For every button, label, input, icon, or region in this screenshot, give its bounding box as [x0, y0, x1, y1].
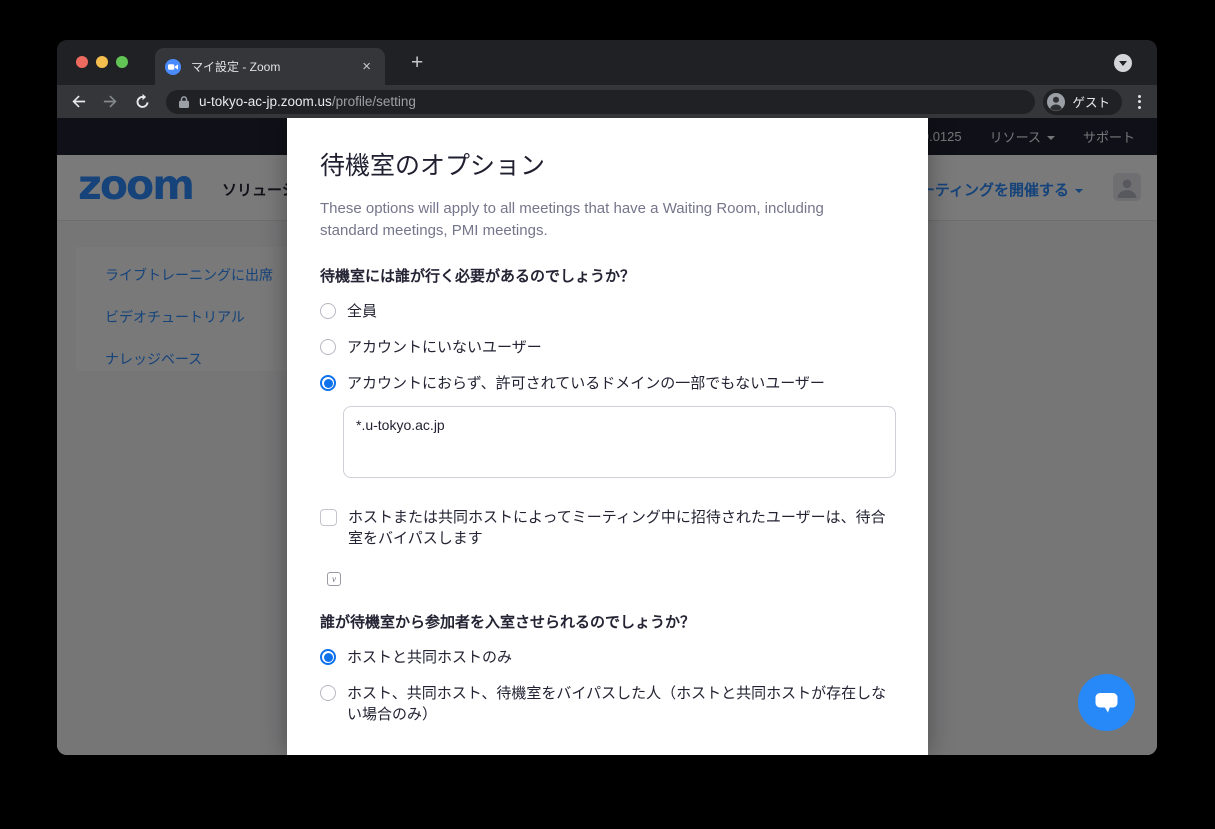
forward-arrow-icon — [102, 93, 119, 110]
browser-toolbar: u-tokyo-ac-jp.zoom.us/profile/setting ゲス… — [57, 85, 1157, 118]
radio-icon[interactable] — [320, 339, 336, 355]
close-window-button[interactable] — [76, 56, 88, 68]
radio-icon[interactable] — [320, 685, 336, 701]
radio-option-host-and-cohosts-only[interactable]: ホストと共同ホストのみ — [320, 647, 896, 668]
guest-avatar-icon — [1047, 93, 1065, 111]
new-tab-button[interactable]: + — [405, 49, 429, 77]
url-text: u-tokyo-ac-jp.zoom.us/profile/setting — [199, 94, 416, 109]
lock-icon — [178, 95, 190, 109]
zoom-favicon-icon — [165, 59, 181, 75]
radio-icon[interactable] — [320, 303, 336, 319]
forward-button[interactable] — [94, 88, 126, 116]
tab-title: マイ設定 - Zoom — [191, 58, 358, 75]
radio-label: ホスト、共同ホスト、待機室をバイパスした人（ホストと共同ホストが存在しない場合の… — [347, 683, 895, 725]
fullscreen-window-button[interactable] — [116, 56, 128, 68]
question-who-goes-to-waiting-room: 待機室には誰が行く必要があるのでしょうか？ — [320, 265, 896, 286]
minimize-window-button[interactable] — [96, 56, 108, 68]
browser-tab[interactable]: マイ設定 - Zoom × — [155, 48, 385, 85]
chat-support-button[interactable] — [1078, 674, 1135, 731]
waiting-room-options-dialog: 待機室のオプション These options will apply to al… — [287, 118, 928, 755]
reload-button[interactable] — [126, 88, 158, 116]
radio-icon[interactable] — [320, 375, 336, 391]
host-absent-heading: If the host and co-hosts are not present… — [320, 753, 896, 755]
reload-icon — [134, 93, 151, 110]
checkbox-icon[interactable] — [320, 509, 337, 526]
bypass-waiting-room-checkbox-row[interactable]: ホストまたは共同ホストによってミーティング中に招待されたユーザーは、待合室をバイ… — [320, 507, 896, 549]
back-button[interactable] — [62, 88, 94, 116]
address-bar[interactable]: u-tokyo-ac-jp.zoom.us/profile/setting — [166, 90, 1035, 114]
radio-option-users-not-in-account[interactable]: アカウントにいないユーザー — [320, 337, 896, 358]
chat-bubble-icon — [1094, 691, 1119, 714]
question-who-admits-participants: 誰が待機室から参加者を入室させられるのでしょうか？ — [320, 611, 896, 632]
allowed-domains-textarea[interactable]: *.u-tokyo.ac.jp — [343, 406, 896, 478]
url-host: u-tokyo-ac-jp.zoom.us — [199, 94, 332, 109]
radio-option-host-cohosts-bypassers[interactable]: ホスト、共同ホスト、待機室をバイパスした人（ホストと共同ホストが存在しない場合の… — [320, 683, 896, 725]
page-content: 88.799.0125 リソース サポート zoom ソリューシ ミーティングを… — [57, 118, 1157, 755]
radio-option-users-not-in-allowed-domains[interactable]: アカウントにおらず、許可されているドメインの一部でもないユーザー — [320, 373, 896, 394]
dialog-description: These options will apply to all meetings… — [320, 198, 865, 242]
broken-image-icon: v — [327, 572, 341, 586]
radio-label: アカウントにいないユーザー — [347, 337, 542, 358]
radio-label: アカウントにおらず、許可されているドメインの一部でもないユーザー — [347, 373, 825, 394]
chevron-down-icon — [1119, 61, 1127, 66]
window-controls — [76, 56, 128, 68]
browser-menu-button[interactable] — [1134, 91, 1145, 113]
radio-label: ホストと共同ホストのみ — [347, 647, 512, 668]
tab-search-button[interactable] — [1114, 54, 1132, 72]
back-arrow-icon — [70, 93, 87, 110]
dialog-title: 待機室のオプション — [320, 146, 896, 182]
radio-label: 全員 — [347, 301, 377, 322]
tab-strip: マイ設定 - Zoom × + — [57, 40, 1157, 85]
tab-close-icon[interactable]: × — [358, 57, 375, 76]
guest-label: ゲスト — [1072, 92, 1110, 111]
radio-option-everyone[interactable]: 全員 — [320, 301, 896, 322]
url-path: /profile/setting — [332, 94, 416, 109]
browser-window: マイ設定 - Zoom × + u-tokyo-ac-jp.zoom.us/pr… — [57, 40, 1157, 755]
checkbox-label: ホストまたは共同ホストによってミーティング中に招待されたユーザーは、待合室をバイ… — [348, 507, 896, 549]
radio-icon[interactable] — [320, 649, 336, 665]
profile-chip[interactable]: ゲスト — [1043, 89, 1122, 115]
